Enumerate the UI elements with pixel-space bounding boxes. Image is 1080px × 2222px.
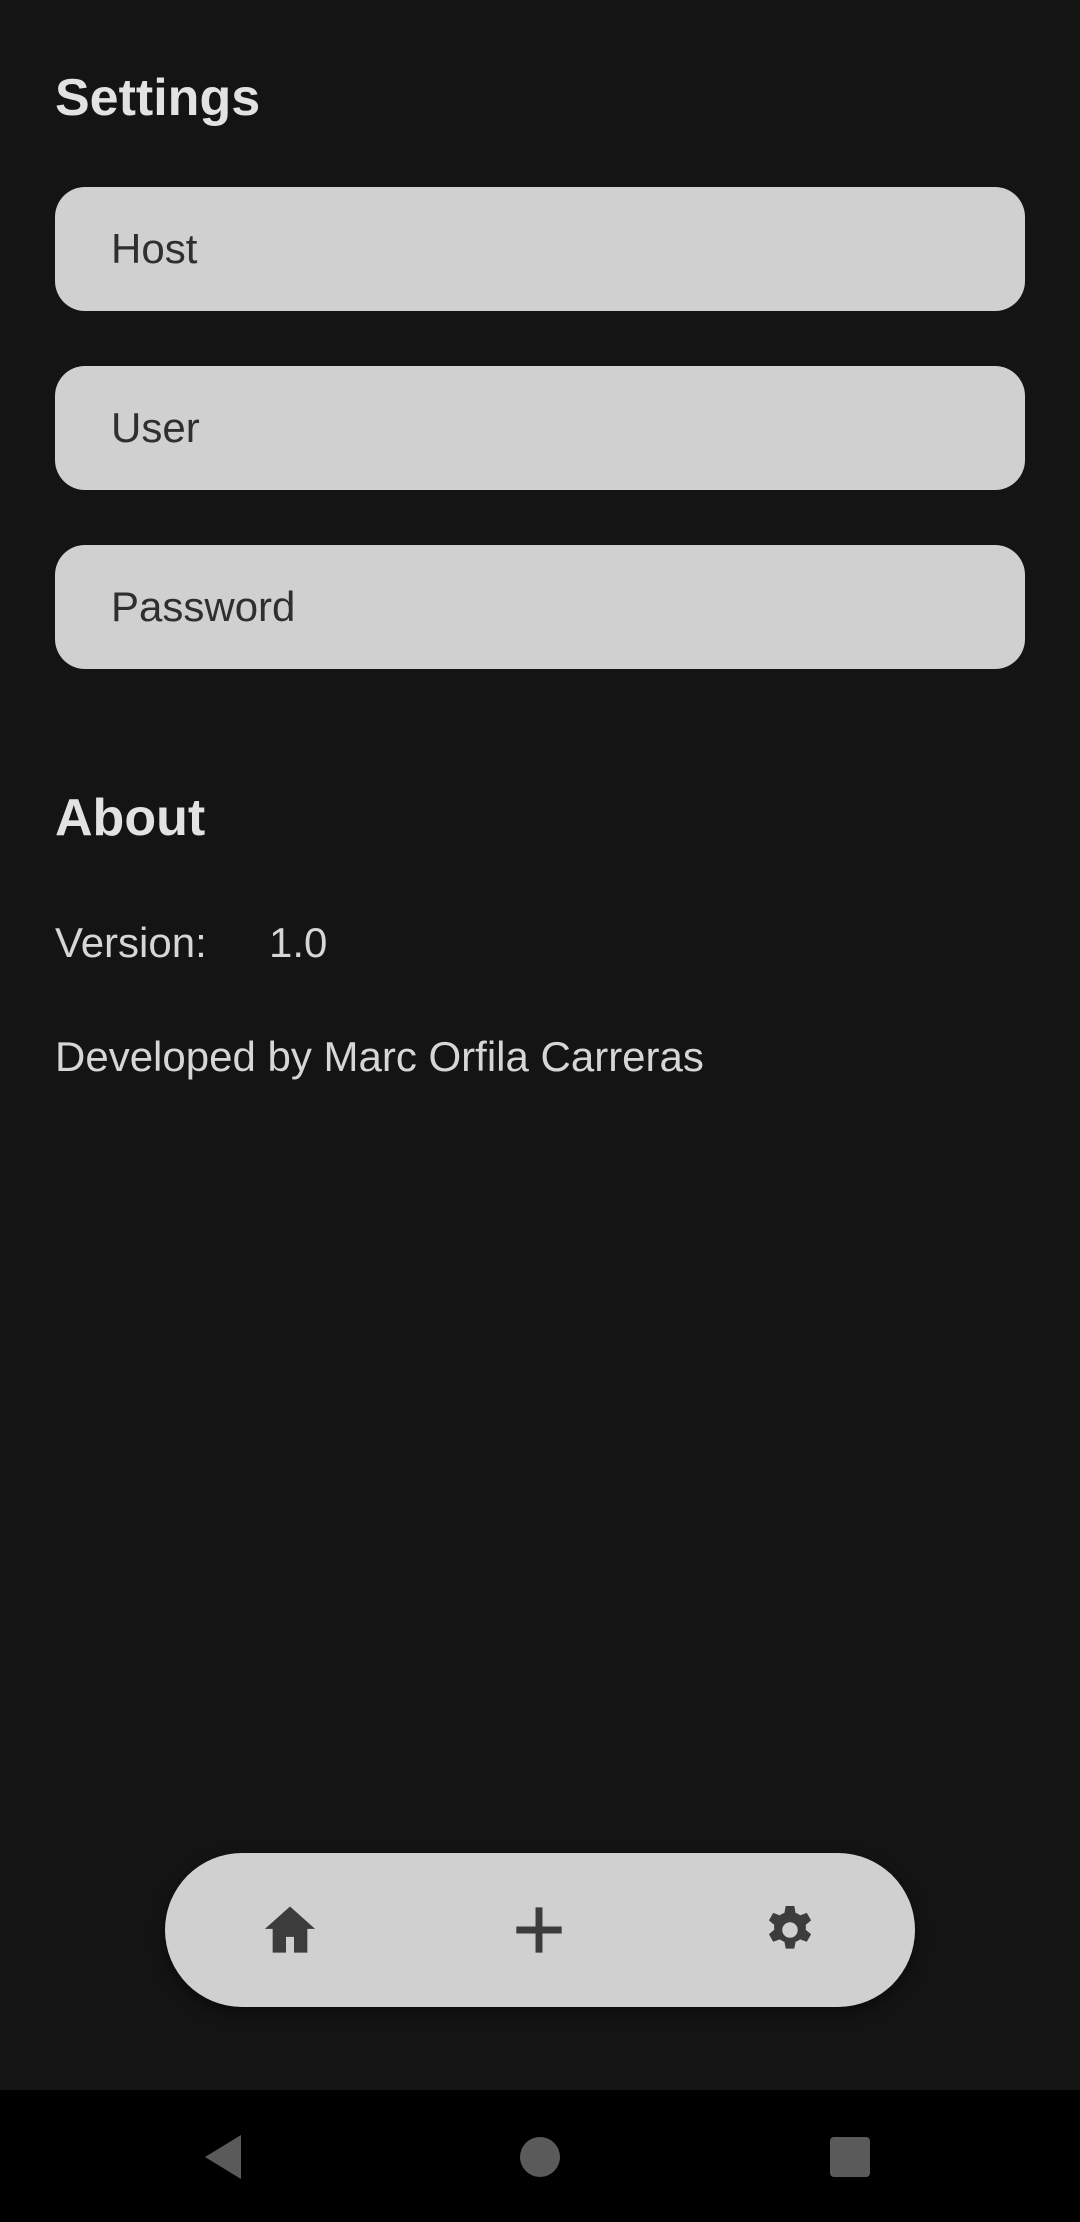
user-input[interactable]	[55, 366, 1025, 490]
home-circle-icon	[520, 2137, 560, 2177]
settings-title: Settings	[55, 69, 261, 127]
system-back-button[interactable]	[180, 2112, 270, 2202]
nav-settings-button[interactable]	[740, 1880, 840, 1980]
add-icon	[516, 1907, 562, 1953]
system-navigation-bar	[0, 2090, 1080, 2222]
host-input[interactable]	[55, 187, 1025, 311]
system-recents-button[interactable]	[805, 2112, 895, 2202]
recents-icon	[830, 2137, 870, 2177]
phone-screen: Settings About Version: 1.0 Developed by…	[0, 0, 1080, 2222]
nav-add-button[interactable]	[489, 1880, 589, 1980]
system-home-button[interactable]	[495, 2112, 585, 2202]
version-label: Version:	[55, 919, 207, 966]
about-title: About	[55, 789, 206, 847]
version-value: 1.0	[269, 919, 328, 966]
bottom-navigation-bar	[165, 1853, 915, 2007]
gear-icon	[768, 1906, 812, 1949]
version-row: Version: 1.0	[55, 922, 327, 964]
settings-page: Settings About Version: 1.0 Developed by…	[0, 0, 1080, 2090]
password-input[interactable]	[55, 545, 1025, 669]
developer-credit: Developed by Marc Orfila Carreras	[55, 1033, 704, 1080]
nav-home-button[interactable]	[240, 1880, 340, 1980]
home-icon	[264, 1906, 316, 1953]
back-icon	[205, 2135, 241, 2179]
